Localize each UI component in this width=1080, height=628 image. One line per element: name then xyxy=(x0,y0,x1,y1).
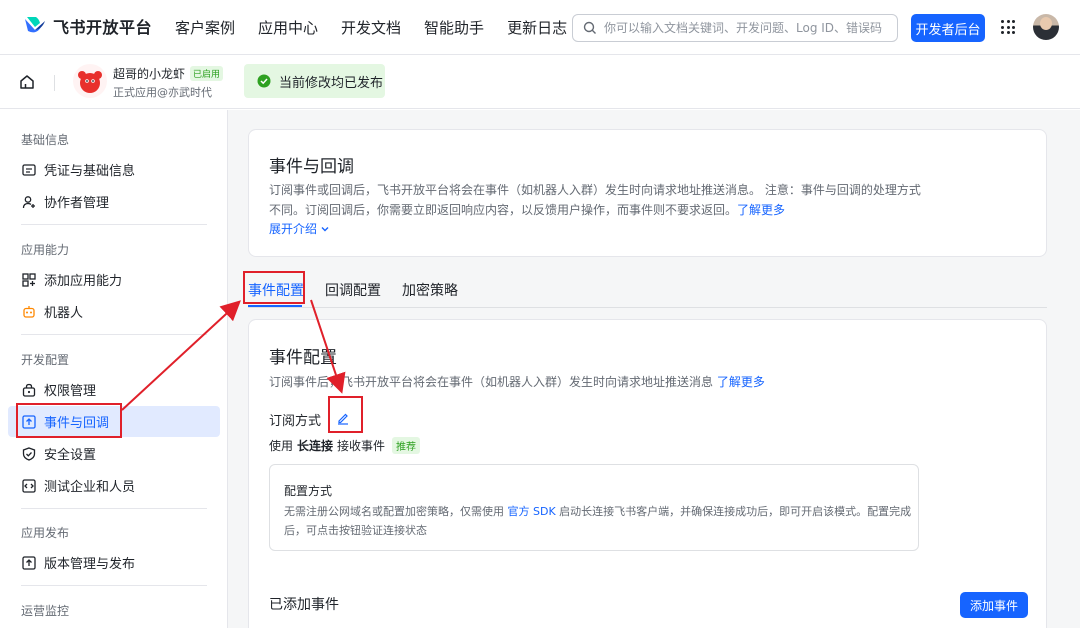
tab-encryption[interactable]: 加密策略 xyxy=(402,280,458,300)
sidebar-item-collaborators[interactable]: 协作者管理 xyxy=(8,186,220,217)
official-sdk-link[interactable]: 官方 SDK xyxy=(508,505,556,518)
expand-intro-label: 展开介绍 xyxy=(269,222,318,236)
section-release: 应用发布 xyxy=(21,526,70,540)
config-method-box: 配置方式 无需注册公网域名或配置加密策略，仅需使用 官方 SDK 启动长连接飞书… xyxy=(269,464,919,551)
sidebar-item-label: 测试企业和人员 xyxy=(44,480,136,495)
top-nav: 客户案例 应用中心 开发文档 智能助手 更新日志 xyxy=(175,0,567,55)
use-suffix: 接收事件 xyxy=(337,439,386,453)
event-description: 订阅事件后，飞书开放平台将会在事件（如机器人入群）发生时向请求地址推送消息 了解… xyxy=(269,373,765,390)
highlight-box-sidebar xyxy=(16,403,122,438)
robot-icon xyxy=(21,304,36,319)
publish-status: 当前修改均已发布 xyxy=(244,64,385,98)
config-method-title: 配置方式 xyxy=(284,484,333,498)
apps-grid-icon[interactable] xyxy=(1001,20,1015,34)
top-header: 飞书开放平台 客户案例 应用中心 开发文档 智能助手 更新日志 开发者后台 xyxy=(0,0,1080,55)
feishu-logo[interactable]: 飞书开放平台 xyxy=(22,14,152,38)
section-title: 事件配置 xyxy=(269,348,337,368)
sidebar-item-label: 凭证与基础信息 xyxy=(44,164,136,179)
app-name: 超哥的小龙虾 已启用 xyxy=(113,65,224,82)
section-basic-info: 基础信息 xyxy=(21,133,70,147)
highlight-box-edit xyxy=(328,396,363,433)
shield-icon xyxy=(21,446,36,461)
sidebar-divider xyxy=(21,334,207,335)
upload-icon xyxy=(21,555,36,570)
sidebar-divider xyxy=(21,585,207,586)
nav-changelog[interactable]: 更新日志 xyxy=(507,17,567,38)
app-avatar xyxy=(73,64,107,98)
sidebar-item-security[interactable]: 安全设置 xyxy=(8,438,220,469)
active-tab-indicator xyxy=(248,305,302,307)
add-capability-icon xyxy=(21,272,36,287)
logo-text: 飞书开放平台 xyxy=(53,18,153,37)
user-avatar[interactable] xyxy=(1033,14,1059,40)
feishu-logo-icon xyxy=(25,17,45,33)
subscription-method-value: 使用 长连接 接收事件 推荐 xyxy=(269,437,421,454)
app-subtitle: 正式应用@亦武时代 xyxy=(113,86,212,99)
app-status-badge: 已启用 xyxy=(190,66,224,81)
added-events-label: 已添加事件 xyxy=(269,597,339,613)
sidebar-item-credentials[interactable]: 凭证与基础信息 xyxy=(8,154,220,185)
sidebar-item-test-users[interactable]: 测试企业和人员 xyxy=(8,470,220,501)
intro-description: 订阅事件或回调后，飞书开放平台将会在事件（如机器人入群）发生时向请求地址推送消息… xyxy=(269,181,929,220)
publish-status-text: 当前修改均已发布 xyxy=(279,75,384,91)
sidebar-item-label: 版本管理与发布 xyxy=(44,557,136,572)
search-box[interactable] xyxy=(572,14,898,42)
nav-customer-cases[interactable]: 客户案例 xyxy=(175,17,235,38)
intro-description-text: 订阅事件或回调后，飞书开放平台将会在事件（如机器人入群）发生时向请求地址推送消息… xyxy=(269,183,921,217)
sidebar-item-label: 安全设置 xyxy=(44,448,97,463)
config-method-desc: 无需注册公网域名或配置加密策略，仅需使用 官方 SDK 启动长连接飞书客户端，并… xyxy=(284,502,912,540)
learn-more-link[interactable]: 了解更多 xyxy=(717,375,765,389)
sidebar-item-versions[interactable]: 版本管理与发布 xyxy=(8,547,220,578)
sidebar-item-add-capability[interactable]: 添加应用能力 xyxy=(8,264,220,295)
sidebar-item-label: 添加应用能力 xyxy=(44,274,123,289)
recommend-badge: 推荐 xyxy=(392,437,421,454)
nav-assistant[interactable]: 智能助手 xyxy=(424,17,484,38)
sidebar-item-label: 权限管理 xyxy=(44,384,97,399)
section-dev-config: 开发配置 xyxy=(21,353,70,367)
sidebar-divider xyxy=(21,224,207,225)
main-content: 事件与回调 订阅事件或回调后，飞书开放平台将会在事件（如机器人入群）发生时向请求… xyxy=(228,110,1080,628)
nav-dev-docs[interactable]: 开发文档 xyxy=(341,17,401,38)
permission-icon xyxy=(21,382,36,397)
event-description-text: 订阅事件后，飞书开放平台将会在事件（如机器人入群）发生时向请求地址推送消息 xyxy=(269,375,714,389)
search-input[interactable] xyxy=(604,21,894,35)
sidebar: 基础信息 凭证与基础信息 协作者管理 应用能力 添加应用能力 机器人 开发配置 … xyxy=(0,110,228,628)
sidebar-item-permissions[interactable]: 权限管理 xyxy=(8,374,220,405)
sidebar-item-label: 机器人 xyxy=(44,306,84,321)
test-icon xyxy=(21,478,36,493)
subscription-method-label: 订阅方式 xyxy=(269,414,322,429)
chevron-down-icon xyxy=(321,226,329,231)
divider xyxy=(54,75,55,91)
app-name-text: 超哥的小龙虾 xyxy=(113,67,186,81)
section-capabilities: 应用能力 xyxy=(21,243,70,257)
section-monitoring: 运营监控 xyxy=(21,604,70,618)
search-icon xyxy=(583,21,596,34)
add-event-button[interactable]: 添加事件 xyxy=(960,592,1028,618)
credential-icon xyxy=(21,162,36,177)
developer-console-button[interactable]: 开发者后台 xyxy=(911,14,985,42)
learn-more-link[interactable]: 了解更多 xyxy=(737,203,785,217)
config-desc-part1: 无需注册公网域名或配置加密策略，仅需使用 xyxy=(284,505,504,518)
use-prefix: 使用 xyxy=(269,439,294,453)
lobster-icon xyxy=(78,71,102,93)
expand-intro-link[interactable]: 展开介绍 xyxy=(269,220,330,237)
event-config-card: 事件配置 订阅事件后，飞书开放平台将会在事件（如机器人入群）发生时向请求地址推送… xyxy=(248,319,1047,628)
long-connection-label: 长连接 xyxy=(297,439,334,453)
config-tabs: 事件配置 回调配置 加密策略 xyxy=(248,273,1047,308)
check-circle-icon xyxy=(257,74,271,88)
home-icon[interactable] xyxy=(18,73,36,91)
tab-callback-config[interactable]: 回调配置 xyxy=(325,280,381,300)
collaborator-icon xyxy=(21,194,36,209)
app-bar: 超哥的小龙虾 已启用 正式应用@亦武时代 当前修改均已发布 xyxy=(0,55,1080,109)
sidebar-divider xyxy=(21,508,207,509)
page-title: 事件与回调 xyxy=(269,157,354,177)
sidebar-item-robot[interactable]: 机器人 xyxy=(8,296,220,327)
highlight-box-tab xyxy=(243,271,305,304)
nav-app-center[interactable]: 应用中心 xyxy=(258,17,318,38)
intro-card: 事件与回调 订阅事件或回调后，飞书开放平台将会在事件（如机器人入群）发生时向请求… xyxy=(248,129,1047,257)
sidebar-item-label: 协作者管理 xyxy=(44,196,110,211)
